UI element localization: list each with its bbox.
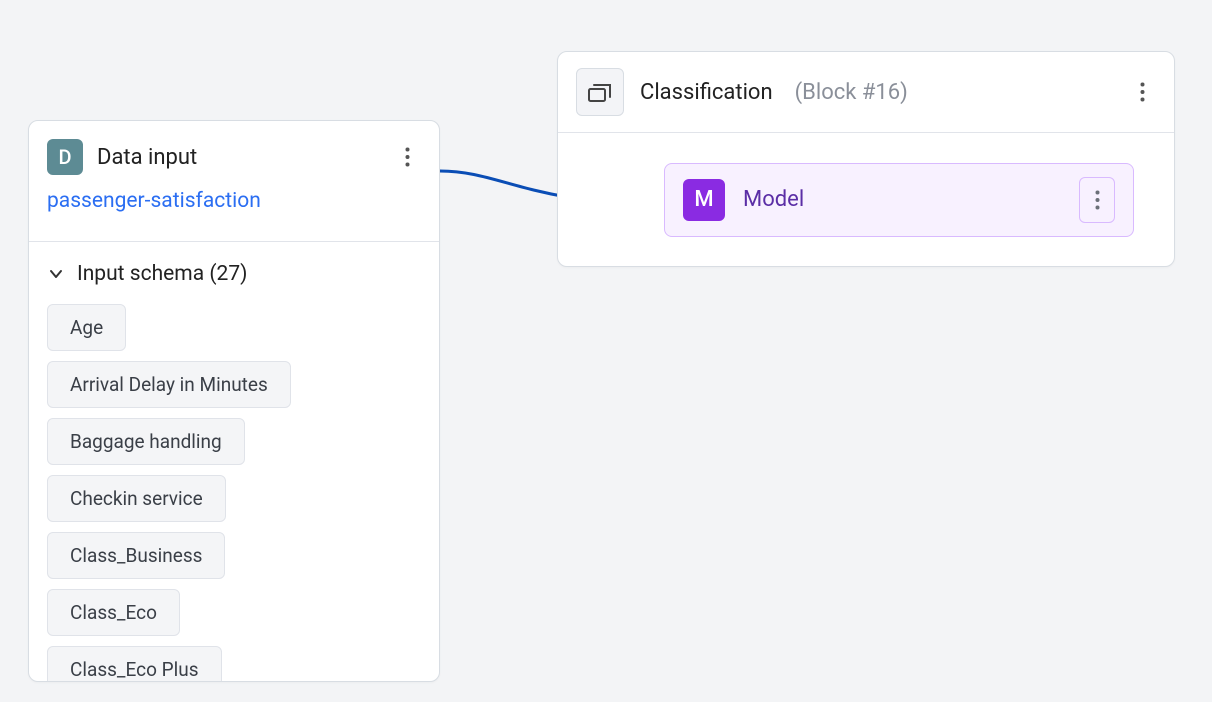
input-schema-field-list: Age Arrival Delay in Minutes Baggage handl…: [47, 304, 421, 681]
model-menu-button[interactable]: [1079, 177, 1115, 223]
dataset-link[interactable]: passenger-satisfaction: [47, 189, 421, 213]
data-input-title: Data input: [97, 145, 379, 170]
schema-field-chip[interactable]: Arrival Delay in Minutes: [47, 361, 291, 408]
input-schema-toggle[interactable]: Input schema (27): [47, 262, 421, 286]
model-node[interactable]: M Model: [664, 163, 1134, 237]
schema-field-chip[interactable]: Class_Business: [47, 532, 225, 579]
input-schema-label: Input schema (27): [77, 262, 247, 286]
pipeline-canvas: D Data input passenger-satisfaction: [0, 0, 1212, 702]
classification-title: Classification: [640, 80, 773, 105]
model-label: Model: [743, 187, 1061, 212]
data-input-menu-button[interactable]: [393, 143, 421, 171]
block-group-icon: [576, 68, 624, 116]
kebab-icon: [1095, 190, 1100, 210]
schema-field-chip[interactable]: Checkin service: [47, 475, 226, 522]
kebab-icon: [405, 147, 410, 167]
stacked-windows-icon: [588, 81, 612, 103]
input-schema-section: Input schema (27) Age Arrival Delay in Mi…: [29, 242, 439, 681]
classification-menu-button[interactable]: [1128, 78, 1156, 106]
model-badge: M: [683, 179, 725, 221]
classification-header: Classification (Block #16): [558, 52, 1174, 132]
classification-block[interactable]: Classification (Block #16) M Model: [557, 51, 1175, 267]
schema-field-chip[interactable]: Class_Eco Plus: [47, 646, 222, 681]
schema-field-chip[interactable]: Baggage handling: [47, 418, 245, 465]
kebab-icon: [1140, 82, 1145, 102]
schema-field-chip[interactable]: Class_Eco: [47, 589, 180, 636]
schema-field-chip[interactable]: Age: [47, 304, 126, 351]
data-input-block[interactable]: D Data input passenger-satisfaction: [28, 120, 440, 682]
data-input-badge: D: [47, 139, 83, 175]
chevron-down-icon: [47, 265, 65, 283]
classification-block-number: (Block #16): [795, 80, 908, 105]
data-input-header: D Data input passenger-satisfaction: [29, 121, 439, 221]
classification-body: M Model: [558, 132, 1174, 266]
